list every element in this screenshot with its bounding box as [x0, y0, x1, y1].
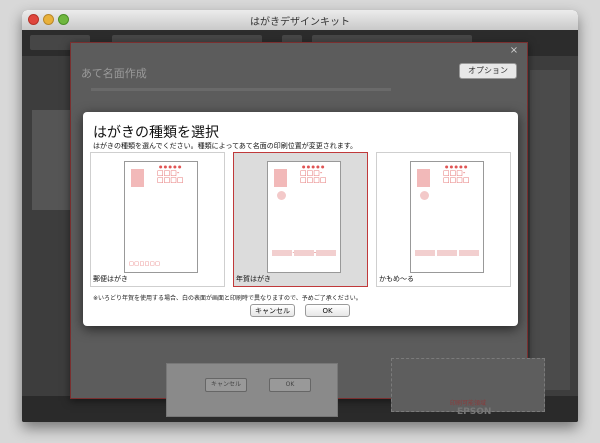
option-kamome-mail[interactable]: ● ● ● ● ● □□□-□□□□ かもめ～る: [376, 152, 511, 287]
ok-button[interactable]: OK: [305, 304, 350, 317]
lottery-box: [459, 250, 479, 256]
postcard-preview: ● ● ● ● ● □□□-□□□□: [410, 161, 484, 273]
cancel-button[interactable]: キャンセル: [250, 304, 295, 317]
dialog-subtitle: はがきの種類を選んでください。種類によってあて名面の印刷位置が変更されます。: [93, 142, 358, 150]
bg-cancel-button: キャンセル: [205, 378, 247, 392]
window-title: はがきデザインキット: [250, 17, 350, 28]
mark-circle: [277, 191, 286, 200]
postcard-preview: ● ● ● ● ● □□□-□□□□: [267, 161, 341, 273]
stamp-area: [417, 169, 430, 187]
sender-zip-boxes: □□□□□□: [129, 261, 161, 267]
background-card-preview: 印刷可能領域: [391, 358, 545, 412]
lottery-box: [316, 250, 336, 256]
printable-area-label: 印刷可能領域: [449, 400, 486, 407]
dialog-title: はがきの種類を選択: [93, 125, 219, 141]
title-bar: はがきデザインキット: [22, 10, 578, 31]
mark-circle: [420, 191, 429, 200]
lottery-box: [437, 250, 457, 256]
close-icon[interactable]: ×: [509, 46, 519, 56]
option-new-year-card[interactable]: ● ● ● ● ● □□□-□□□□ 年賀はがき: [233, 152, 368, 287]
sheet-heading: あて名面作成: [81, 67, 147, 80]
option-postcard[interactable]: ● ● ● ● ● □□□-□□□□ □□□□□□ 郵便はがき: [90, 152, 225, 287]
option-button[interactable]: オプション: [459, 63, 517, 79]
brand-label-epson: EPSON: [457, 407, 492, 417]
dialog-note: ※いろどり年賀を使用する場合、白の表面が画面と印刷時で異なりますので、予めご了承…: [93, 295, 362, 302]
postcard-type-dialog: はがきの種類を選択 はがきの種類を選んでください。種類によってあて名面の印刷位置…: [83, 112, 518, 326]
lottery-box: [294, 250, 314, 256]
lottery-box: [272, 250, 292, 256]
stamp-area: [131, 169, 144, 187]
option-label: 年賀はがき: [236, 275, 271, 283]
background-panel: キャンセル OK: [166, 363, 338, 417]
lottery-box: [415, 250, 435, 256]
postcard-preview: ● ● ● ● ● □□□-□□□□ □□□□□□: [124, 161, 198, 273]
bg-ok-button: OK: [269, 378, 311, 392]
option-label: かもめ～る: [379, 275, 414, 283]
right-pane: [530, 70, 570, 390]
option-label: 郵便はがき: [93, 275, 128, 283]
zip-boxes: □□□-□□□□: [300, 169, 327, 184]
zip-boxes: □□□-□□□□: [443, 169, 470, 184]
zip-boxes: □□□-□□□□: [157, 169, 184, 184]
stamp-area: [274, 169, 287, 187]
